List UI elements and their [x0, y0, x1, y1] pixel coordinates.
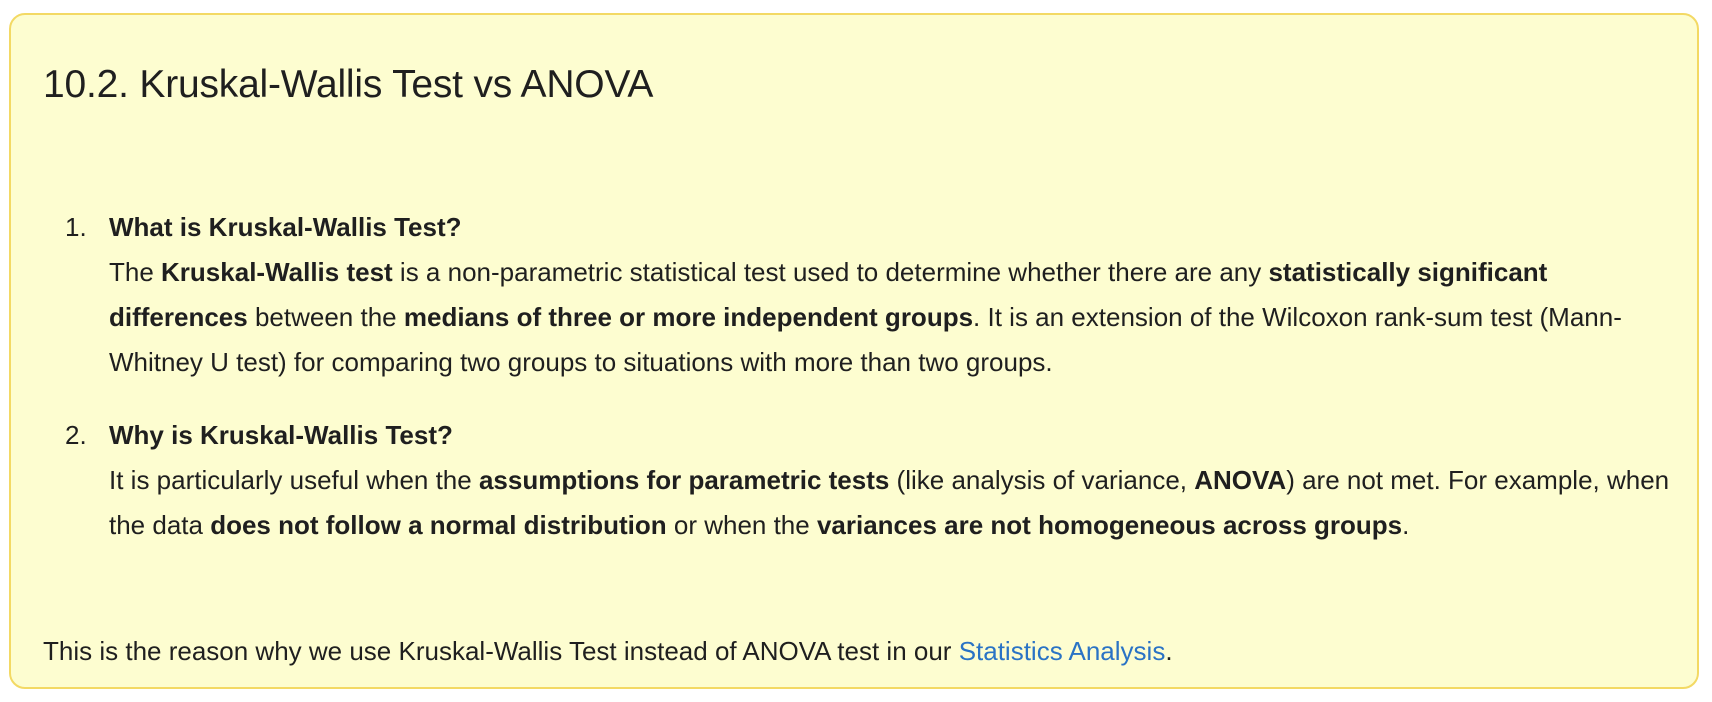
body-text-span: (like analysis of variance, [889, 465, 1195, 495]
item-heading: What is Kruskal-Wallis Test? [109, 212, 462, 242]
emphasis-text: assumptions for parametric tests [478, 465, 890, 495]
item-heading: Why is Kruskal-Wallis Test? [109, 420, 453, 450]
body-text-span: It is particularly useful when the [109, 465, 479, 495]
callout-box: 10.2. Kruskal-Wallis Test vs ANOVA 1. Wh… [9, 13, 1699, 689]
body-text-span: or when the [666, 510, 817, 540]
emphasis-text: variances are not homogeneous across gro… [816, 510, 1403, 540]
statistics-analysis-link[interactable]: Statistics Analysis [959, 636, 1166, 666]
list-item: 1. What is Kruskal-Wallis Test? The Krus… [43, 205, 1683, 385]
list-marker: 2. [65, 420, 87, 450]
item-body: It is particularly useful when the assum… [109, 458, 1683, 548]
item-body: The Kruskal-Wallis test is a non-paramet… [109, 250, 1683, 385]
emphasis-text: Kruskal-Wallis test [161, 257, 393, 287]
body-text-span: . [1402, 510, 1410, 540]
question-list: 1. What is Kruskal-Wallis Test? The Krus… [43, 205, 1683, 548]
emphasis-text: medians of three or more independent gro… [403, 302, 974, 332]
conclusion-end: . [1165, 636, 1173, 666]
emphasis-text: ANOVA [1194, 465, 1287, 495]
body-text-span: between the [247, 302, 404, 332]
list-marker: 1. [65, 212, 87, 242]
section-title: 10.2. Kruskal-Wallis Test vs ANOVA [43, 63, 654, 106]
conclusion-lead: This is the reason why we use Kruskal-Wa… [43, 636, 959, 666]
conclusion-text: This is the reason why we use Kruskal-Wa… [43, 629, 1173, 674]
emphasis-text: does not follow a normal distribution [210, 510, 667, 540]
list-item: 2. Why is Kruskal-Wallis Test? It is par… [43, 413, 1683, 548]
body-text-span: is a non-parametric statistical test use… [392, 257, 1269, 287]
body-text-span: The [109, 257, 162, 287]
